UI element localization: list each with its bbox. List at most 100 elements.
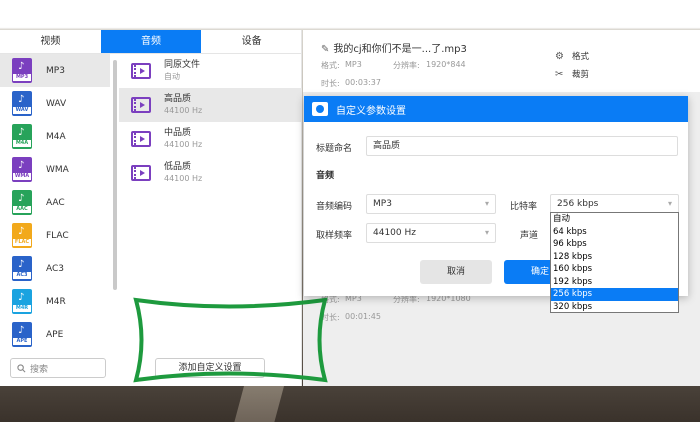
- preset-text: 低品质 44100 Hz: [164, 161, 202, 185]
- music-note-icon: ♪: [18, 61, 25, 72]
- preset-name: 高品质: [164, 94, 192, 104]
- format-list-scrollbar[interactable]: [113, 60, 117, 290]
- chevron-down-icon: ▾: [667, 199, 672, 208]
- format-tag: M4R: [13, 305, 31, 312]
- audio-file-icon: ♪ APE: [12, 322, 32, 347]
- format-tag: APE: [13, 338, 31, 345]
- preset-sub: 44100 Hz: [164, 106, 203, 115]
- format-name: AAC: [46, 197, 65, 208]
- cut-action[interactable]: ✂ 裁剪: [555, 68, 590, 81]
- cut-action-label: 裁剪: [572, 70, 590, 80]
- search-icon: [17, 363, 26, 372]
- format-tag: AAC: [13, 206, 31, 213]
- format-item-aac[interactable]: ♪ AAC AAC: [0, 186, 110, 219]
- audio-file-icon: ♪ M4A: [12, 124, 32, 149]
- music-note-icon: ♪: [18, 127, 25, 138]
- cancel-button[interactable]: 取消: [420, 260, 492, 284]
- dialog-title: 自定义参数设置: [336, 105, 406, 117]
- film-icon: [131, 97, 151, 113]
- preset-text: 同原文件 自动: [164, 59, 200, 83]
- format-item-ape[interactable]: ♪ APE APE: [0, 318, 110, 351]
- duration-value-2: 00:01:45: [345, 312, 381, 321]
- format-tag: FLAC: [13, 239, 31, 246]
- bitrate-option[interactable]: 64 kbps: [551, 226, 678, 239]
- format-item-m4r[interactable]: ♪ M4R M4R: [0, 285, 110, 318]
- format-tag: MP3: [13, 74, 31, 81]
- format-list: ♪ MP3 MP3 ♪ WAV WAV ♪ M4A M4A ♪ WMA WMA ♪ AAC AAC ♪ FLAC…: [0, 54, 110, 356]
- format-item-m4a[interactable]: ♪ M4A M4A: [0, 120, 110, 153]
- format-name: APE: [46, 329, 64, 340]
- preset-text: 高品质 44100 Hz: [164, 93, 202, 117]
- codec-label: 音频编码: [316, 202, 353, 212]
- preset-name: 中品质: [164, 128, 192, 138]
- format-action[interactable]: ⚙ 格式: [555, 50, 589, 63]
- duration-label: 时长:: [321, 79, 340, 88]
- bitrate-option[interactable]: 160 kbps: [551, 263, 678, 276]
- music-note-icon: ♪: [18, 193, 25, 204]
- bitrate-value: 256 kbps: [557, 199, 599, 209]
- audio-file-icon: ♪ WAV: [12, 91, 32, 116]
- chevron-down-icon: ▾: [484, 199, 489, 208]
- film-icon: [131, 165, 151, 181]
- edit-icon[interactable]: ✎: [321, 44, 329, 55]
- tab-audio[interactable]: 音频: [100, 30, 202, 53]
- preset-item[interactable]: 同原文件 自动: [119, 54, 302, 88]
- gear-icon: ⚙: [555, 50, 564, 62]
- format-item-flac[interactable]: ♪ FLAC FLAC: [0, 219, 110, 252]
- bitrate-option[interactable]: 自动: [551, 213, 678, 226]
- preset-item[interactable]: 中品质 44100 Hz: [119, 122, 302, 156]
- codec-value: MP3: [373, 199, 392, 209]
- bitrate-select[interactable]: 256 kbps ▾: [550, 194, 679, 214]
- format-tag: WMA: [13, 173, 31, 180]
- preset-name: 低品质: [164, 162, 192, 172]
- bitrate-option[interactable]: 256 kbps: [551, 288, 678, 301]
- audio-file-icon: ♪ AAC: [12, 190, 32, 215]
- channel-label: 声道: [520, 231, 539, 241]
- film-icon: [131, 131, 151, 147]
- audio-file-icon: ♪ AC3: [12, 256, 32, 281]
- sample-rate-select[interactable]: 44100 Hz ▾: [366, 223, 496, 243]
- tab-device[interactable]: 设备: [201, 30, 302, 53]
- chevron-down-icon: ▾: [484, 228, 489, 237]
- category-tabs: 视频 音频 设备: [0, 30, 302, 54]
- preset-text: 中品质 44100 Hz: [164, 127, 202, 151]
- format-item-mp3[interactable]: ♪ MP3 MP3: [0, 54, 110, 87]
- format-name: FLAC: [46, 230, 69, 241]
- search-input[interactable]: 搜索: [10, 358, 106, 378]
- audio-file-icon: ♪ WMA: [12, 157, 32, 182]
- bitrate-option[interactable]: 128 kbps: [551, 251, 678, 264]
- camera-icon: [312, 102, 328, 116]
- bitrate-option[interactable]: 192 kbps: [551, 276, 678, 289]
- bitrate-option[interactable]: 320 kbps: [551, 301, 678, 314]
- preset-sub: 44100 Hz: [164, 174, 203, 183]
- bitrate-option[interactable]: 96 kbps: [551, 238, 678, 251]
- preset-name: 同原文件: [164, 60, 201, 70]
- preset-item[interactable]: 高品质 44100 Hz: [119, 88, 302, 122]
- format-name: WAV: [46, 98, 67, 109]
- music-note-icon: ♪: [18, 325, 25, 336]
- scissors-icon: ✂: [555, 68, 564, 80]
- sample-rate-value: 44100 Hz: [373, 228, 416, 238]
- file-title[interactable]: ✎ 我的cj和你们不是一...了.mp3: [321, 40, 467, 55]
- music-note-icon: ♪: [18, 292, 25, 303]
- preset-item[interactable]: 低品质 44100 Hz: [119, 156, 302, 190]
- format-item-wav[interactable]: ♪ WAV WAV: [0, 87, 110, 120]
- music-note-icon: ♪: [18, 94, 25, 105]
- tab-video[interactable]: 视频: [0, 30, 101, 53]
- audio-file-icon: ♪ FLAC: [12, 223, 32, 248]
- search-placeholder: 搜索: [30, 364, 49, 375]
- format-item-wma[interactable]: ♪ WMA WMA: [0, 153, 110, 186]
- format-name: WMA: [46, 164, 69, 175]
- format-item-ac3[interactable]: ♪ AC3 AC3: [0, 252, 110, 285]
- audio-section-title: 音频: [316, 171, 335, 181]
- format-label: 格式:: [321, 61, 340, 70]
- file-card: ✎ 我的cj和你们不是一...了.mp3 格式: MP3 分辨率: 1920*84…: [303, 30, 700, 92]
- format-tag: M4A: [13, 140, 31, 147]
- name-field[interactable]: 高品质: [366, 136, 678, 156]
- film-icon: [131, 63, 151, 79]
- format-name: AC3: [46, 263, 65, 274]
- highlight-annotation: [133, 297, 328, 383]
- name-label: 标题命名: [316, 144, 353, 154]
- music-note-icon: ♪: [18, 259, 25, 270]
- codec-select[interactable]: MP3 ▾: [366, 194, 496, 214]
